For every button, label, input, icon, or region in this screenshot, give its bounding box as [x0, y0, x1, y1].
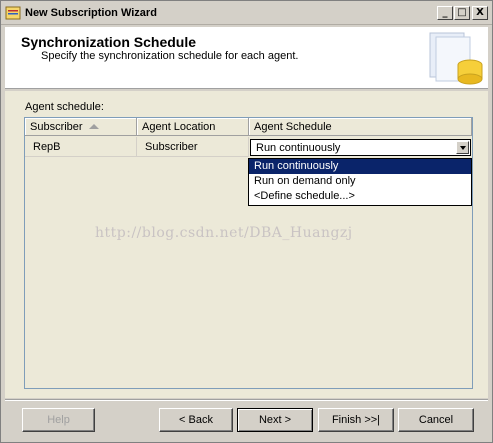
wizard-window: New Subscription Wizard _ □ X Synchroniz… — [0, 0, 493, 443]
column-header-subscriber-label: Subscriber — [30, 121, 83, 133]
column-header-agent-location[interactable]: Agent Location — [137, 118, 249, 136]
minimize-button[interactable]: _ — [437, 6, 453, 20]
window-title: New Subscription Wizard — [25, 7, 157, 19]
agent-schedule-label: Agent schedule: — [25, 101, 104, 113]
database-schedule-icon — [429, 32, 483, 85]
footer-divider — [5, 399, 488, 401]
grid-header: Subscriber Agent Location Agent Schedule — [25, 118, 472, 136]
dropdown-option-run-continuously[interactable]: Run continuously — [249, 159, 471, 174]
dropdown-arrow-button[interactable] — [456, 141, 469, 154]
agent-schedule-value: Run continuously — [256, 142, 341, 154]
schedule-dropdown-list: Run continuously Run on demand only <Def… — [248, 158, 472, 206]
table-row[interactable]: RepB Subscriber Run continuously — [25, 137, 472, 157]
back-button[interactable]: < Back — [159, 408, 233, 432]
column-header-agent-schedule[interactable]: Agent Schedule — [249, 118, 472, 136]
agent-schedule-combobox[interactable]: Run continuously — [250, 139, 471, 156]
dropdown-option-define-schedule[interactable]: <Define schedule...> — [249, 189, 471, 204]
page-title: Synchronization Schedule — [21, 34, 197, 50]
wizard-app-icon — [5, 6, 21, 20]
page-subtitle: Specify the synchronization schedule for… — [41, 50, 299, 62]
watermark-text: http://blog.csdn.net/DBA_Huangzj — [95, 225, 353, 241]
next-button[interactable]: Next > — [237, 408, 313, 432]
maximize-button[interactable]: □ — [454, 6, 470, 20]
wizard-header: Synchronization Schedule Specify the syn… — [5, 27, 488, 89]
dropdown-option-run-on-demand[interactable]: Run on demand only — [249, 174, 471, 189]
chevron-down-icon — [460, 146, 466, 150]
title-bar[interactable]: New Subscription Wizard _ □ X — [1, 1, 492, 25]
finish-button[interactable]: Finish >>| — [318, 408, 394, 432]
help-button[interactable]: Help — [22, 408, 95, 432]
column-header-subscriber[interactable]: Subscriber — [25, 118, 137, 136]
cancel-button[interactable]: Cancel — [398, 408, 474, 432]
cell-subscriber: RepB — [25, 137, 137, 157]
cell-agent-location: Subscriber — [137, 137, 249, 157]
sort-ascending-icon — [89, 124, 99, 129]
close-button[interactable]: X — [472, 6, 488, 20]
